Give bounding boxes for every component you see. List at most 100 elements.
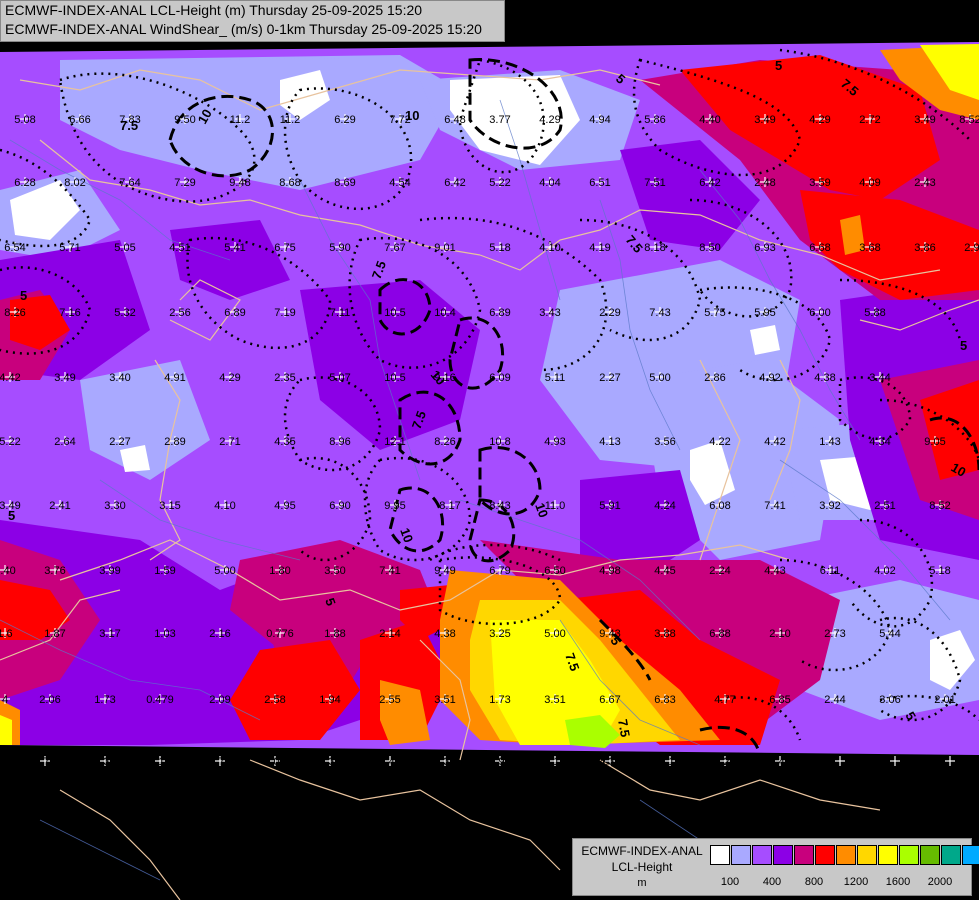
legend-tick-label: 100	[720, 876, 740, 888]
wind-shear-value: 5.91	[599, 500, 620, 512]
wind-shear-value: 6.75	[274, 242, 295, 254]
wind-shear-value: 2.56	[169, 307, 190, 319]
wind-shear-value: 5.16	[659, 756, 680, 768]
wind-shear-value: 4	[2, 694, 8, 706]
wind-shear-value: 7.40	[769, 756, 790, 768]
wind-shear-value: 7.19	[274, 307, 295, 319]
wind-shear-value: 3.43	[539, 307, 560, 319]
wind-shear-value: 10.5	[384, 372, 405, 384]
wind-shear-value: 6.42	[699, 177, 720, 189]
wind-shear-value: 10.4	[434, 307, 455, 319]
legend-swatch	[815, 845, 835, 865]
legend-tick-label: 800	[804, 876, 824, 888]
wind-shear-value: 8.92	[489, 756, 510, 768]
legend-swatch	[899, 845, 919, 865]
wind-shear-value: 2.16	[209, 628, 230, 640]
wind-shear-value: 5.44	[879, 628, 900, 640]
wind-shear-value: 1.74	[34, 756, 55, 768]
wind-shear-value: 4.95	[274, 500, 295, 512]
wind-shear-value: 6.66	[69, 114, 90, 126]
wind-shear-value: 1.59	[154, 565, 175, 577]
wind-shear-value: 5.00	[544, 628, 565, 640]
wind-shear-value: 6.93	[754, 242, 775, 254]
wind-shear-value: 5.86	[644, 114, 665, 126]
wind-shear-value: 4.93	[544, 436, 565, 448]
wind-shear-value: 4.13	[599, 436, 620, 448]
wind-shear-value: 2.35	[274, 372, 295, 384]
wind-shear-value: 0.35	[94, 756, 115, 768]
wind-shear-value: 6.54	[4, 242, 25, 254]
wind-shear-value: 4.35	[274, 436, 295, 448]
wind-shear-value: 3.76	[44, 565, 65, 577]
wind-shear-value: 6.29	[334, 114, 355, 126]
wind-shear-value: 3.59	[809, 177, 830, 189]
wind-shear-value: 11.0	[545, 500, 566, 512]
wind-shear-value: 3.49	[754, 114, 775, 126]
map-title-windshear: ECMWF-INDEX-ANAL WindShear_ (m/s) 0-1km …	[5, 21, 482, 37]
wind-shear-value: 6.42	[444, 177, 465, 189]
wind-shear-value: 4.42	[764, 436, 785, 448]
wind-shear-value: 2.27	[109, 436, 130, 448]
wind-shear-value: 8.43	[489, 500, 510, 512]
wind-shear-value: 3.56	[654, 436, 675, 448]
wind-shear-value: 8.26	[434, 436, 455, 448]
wind-shear-value: 5.75	[704, 307, 725, 319]
wind-shear-value: 5.95	[754, 307, 775, 319]
wind-shear-value: 6.79	[489, 565, 510, 577]
wind-shear-value: 1.80	[269, 565, 290, 577]
wind-shear-value: 3.44	[869, 372, 890, 384]
wind-shear-value: 7.41	[379, 565, 400, 577]
wind-shear-value: 6.67	[599, 694, 620, 706]
wind-shear-value: 2.10	[769, 628, 790, 640]
wind-shear-value: 8.17	[439, 500, 460, 512]
wind-shear-value: 5.71	[59, 242, 80, 254]
wind-shear-value: 7.72	[389, 114, 410, 126]
wind-shear-value: 5.18	[929, 565, 950, 577]
wind-shear-value: 6.85	[769, 694, 790, 706]
wind-shear-value: 2.51	[874, 500, 895, 512]
wind-shear-value: 4.29	[219, 372, 240, 384]
wind-shear-value: 2.41	[49, 500, 70, 512]
wind-shear-value: 5.08	[14, 114, 35, 126]
map-title-lcl: ECMWF-INDEX-ANAL LCL-Height (m) Thursday…	[5, 2, 423, 18]
wind-shear-value: 4.77	[714, 694, 735, 706]
wind-shear-value: 6.08	[709, 500, 730, 512]
wind-shear-value: 6.68	[809, 242, 830, 254]
wind-shear-value: 3.40	[109, 372, 130, 384]
wind-shear-value: 3.51	[544, 694, 565, 706]
wind-shear-value: 4.34	[869, 436, 890, 448]
wind-shear-value: 8.18	[644, 242, 665, 254]
wind-shear-value: 8.52	[929, 500, 950, 512]
legend-swatch	[920, 845, 940, 865]
legend-swatch	[878, 845, 898, 865]
wind-shear-value: 8.96	[329, 436, 350, 448]
legend-swatch	[962, 845, 979, 865]
wind-shear-value: 9.05	[924, 436, 945, 448]
wind-shear-value: 9.50	[174, 114, 195, 126]
wind-shear-value: 1.73	[489, 694, 510, 706]
wind-shear-value: 4.38	[434, 628, 455, 640]
wind-shear-value: 9.48	[229, 177, 250, 189]
legend-swatch	[794, 845, 814, 865]
wind-shear-value: 2.29	[599, 307, 620, 319]
wind-shear-value: 3.25	[489, 628, 510, 640]
wind-shear-value: 3.46	[379, 756, 400, 768]
wind-shear-value: 4.09	[859, 177, 880, 189]
legend-tick-label: 1600	[885, 876, 911, 888]
wind-shear-value: 9.49	[434, 565, 455, 577]
wind-shear-value: 5.05	[114, 242, 135, 254]
legend-swatch	[941, 845, 961, 865]
wind-shear-value: 7.51	[644, 177, 665, 189]
wind-shear-value: 3.40	[0, 565, 16, 577]
wind-shear-value: 7.16	[59, 307, 80, 319]
wind-shear-value: 2.44	[824, 694, 845, 706]
wind-shear-value: 1.6	[0, 628, 13, 640]
legend-swatch	[857, 845, 877, 865]
wind-shear-value: 4.91	[164, 372, 185, 384]
wind-shear-value: 1.03	[154, 628, 175, 640]
wind-shear-value: 4.29	[809, 114, 830, 126]
wind-shear-value: 4.42	[0, 372, 21, 384]
wind-shear-value: 2.24	[709, 565, 730, 577]
contour-label: 5	[20, 288, 27, 303]
color-legend: ECMWF-INDEX-ANAL LCL-Height m 100 400 80…	[572, 838, 979, 896]
